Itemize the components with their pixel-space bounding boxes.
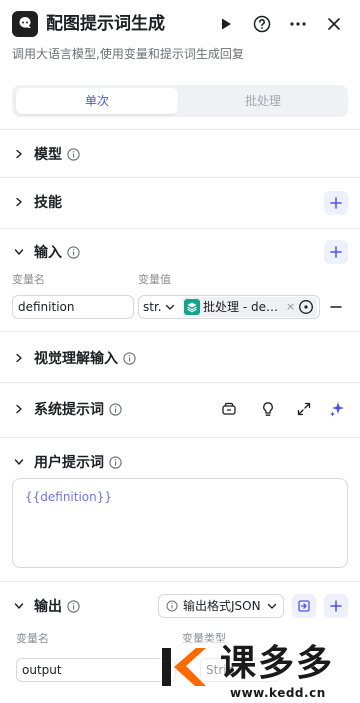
divider — [0, 581, 360, 582]
divider — [0, 331, 360, 332]
section-input[interactable]: 输入 — [12, 240, 80, 264]
info-icon[interactable] — [66, 245, 80, 259]
add-input-button[interactable] — [324, 240, 348, 264]
watermark-brand: 课多多 — [220, 643, 335, 684]
prompt-tip-button[interactable] — [259, 400, 277, 418]
divider — [0, 437, 360, 438]
mode-tabs: 单次 批处理 — [12, 85, 348, 117]
info-icon[interactable] — [108, 455, 122, 469]
remove-ref-icon[interactable]: × — [286, 297, 295, 317]
tab-batch[interactable]: 批处理 — [182, 88, 344, 114]
divider — [0, 177, 360, 178]
section-label: 模型 — [34, 147, 62, 163]
close-icon — [328, 18, 340, 30]
add-output-button[interactable] — [324, 594, 348, 618]
chevron-right-icon — [12, 195, 26, 209]
node-header: 配图提示词生成 调用大语言模型,使用变量和提示词生成回复 — [0, 0, 360, 74]
close-button[interactable] — [322, 12, 346, 36]
app-logo-icon — [12, 11, 38, 37]
divider — [0, 228, 360, 229]
sparkle-icon — [330, 402, 344, 417]
kedd-logo-icon — [162, 648, 206, 686]
more-icon — [290, 22, 306, 26]
column-header-var-name: 变量名 — [16, 632, 49, 645]
section-system-prompt[interactable]: 系统提示词 — [12, 397, 122, 421]
expand-icon — [297, 402, 311, 416]
section-user-prompt[interactable]: 用户提示词 — [12, 450, 122, 474]
section-model[interactable]: 模型 — [12, 142, 80, 166]
input-var-name-field[interactable]: definition — [12, 295, 134, 319]
divider — [0, 129, 360, 130]
ai-optimize-button[interactable] — [328, 400, 346, 418]
help-icon — [253, 15, 271, 33]
type-select-value[interactable]: str. — [143, 296, 162, 318]
node-title[interactable]: 配图提示词生成 — [46, 11, 165, 37]
section-output[interactable]: 输出 — [12, 594, 80, 618]
import-output-button[interactable] — [292, 594, 316, 618]
section-label: 视觉理解输入 — [34, 351, 118, 367]
node-description: 调用大语言模型,使用变量和提示词生成回复 — [12, 47, 244, 61]
variable-ref-label: 批处理 - defi… — [203, 300, 283, 314]
chevron-down-icon — [12, 599, 26, 613]
section-label: 输出 — [34, 599, 62, 615]
plus-icon — [330, 246, 342, 258]
library-icon — [222, 402, 236, 415]
input-var-value-field[interactable]: str. 批处理 - defi… × — [138, 295, 320, 319]
info-icon[interactable] — [122, 351, 136, 365]
section-label: 用户提示词 — [34, 455, 104, 471]
chevron-right-icon — [12, 402, 26, 416]
import-icon — [298, 600, 310, 612]
chevron-right-icon — [12, 351, 26, 365]
batch-node-icon — [184, 299, 200, 315]
chevron-down-icon[interactable] — [164, 301, 176, 313]
info-icon[interactable] — [108, 402, 122, 416]
chevron-right-icon — [12, 147, 26, 161]
output-var-name-field[interactable]: output — [16, 658, 176, 682]
watermark-url: www.kedd.cn — [230, 686, 326, 700]
add-skill-button[interactable] — [324, 191, 348, 215]
user-prompt-editor[interactable]: {{definition}} — [12, 478, 348, 568]
prompt-library-button[interactable] — [220, 400, 238, 418]
play-icon — [222, 18, 231, 30]
output-format-select[interactable]: 输出格式JSON — [158, 594, 284, 618]
lightbulb-icon — [263, 402, 273, 416]
chevron-down-icon — [12, 245, 26, 259]
chevron-down-icon — [12, 455, 26, 469]
expand-button[interactable] — [295, 400, 313, 418]
info-icon[interactable] — [66, 147, 80, 161]
target-icon[interactable] — [298, 299, 314, 315]
plus-icon — [330, 197, 342, 209]
section-label: 系统提示词 — [34, 402, 104, 418]
info-icon — [166, 600, 178, 612]
column-header-var-value: 变量值 — [138, 273, 171, 286]
chevron-down-icon — [267, 603, 277, 609]
section-label: 技能 — [34, 195, 62, 211]
variable-ref-tag[interactable]: 批处理 - defi… × — [182, 297, 317, 317]
remove-input-row-icon[interactable] — [329, 297, 343, 317]
help-button[interactable] — [250, 12, 274, 36]
output-format-value: 输出格式JSON — [183, 599, 261, 613]
section-label: 输入 — [34, 245, 62, 261]
column-header-var-name: 变量名 — [12, 273, 45, 286]
tab-single[interactable]: 单次 — [16, 88, 178, 114]
run-button[interactable] — [214, 12, 238, 36]
more-button[interactable] — [286, 12, 310, 36]
section-vision-input[interactable]: 视觉理解输入 — [12, 346, 136, 370]
plus-icon — [330, 600, 342, 612]
divider — [0, 382, 360, 383]
user-prompt-content[interactable]: {{definition}} — [25, 488, 112, 506]
section-skills[interactable]: 技能 — [12, 190, 66, 214]
watermark: 课多多 www.kedd.cn — [160, 642, 360, 703]
info-icon[interactable] — [66, 599, 80, 613]
